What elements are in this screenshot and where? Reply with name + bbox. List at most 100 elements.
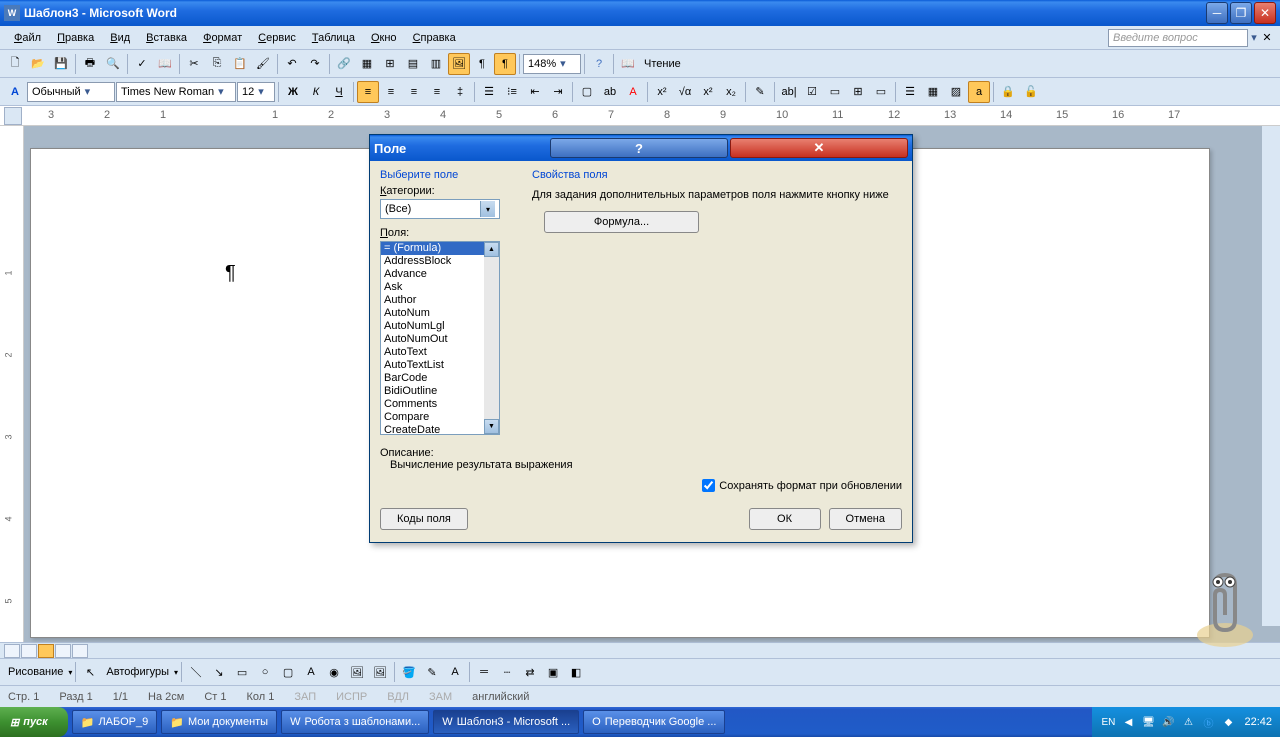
preview-icon[interactable]: 🔍	[102, 53, 124, 75]
field-item[interactable]: Author	[381, 294, 486, 307]
wordart-icon[interactable]: A	[300, 661, 322, 683]
listbox-scrollbar[interactable]: ▲ ▼	[484, 242, 499, 434]
start-button[interactable]: ⊞ пуск	[0, 707, 68, 737]
ok-button[interactable]: ОК	[749, 508, 821, 530]
preserve-checkbox[interactable]	[702, 479, 715, 492]
taskbar-item[interactable]: WРобота з шаблонами...	[281, 710, 429, 734]
help-icon[interactable]: ?	[588, 53, 610, 75]
align-right-icon[interactable]: ≡	[403, 81, 425, 103]
preserve-checkbox-label[interactable]: Сохранять формат при обновлении	[702, 479, 902, 492]
close-button[interactable]: ✕	[1254, 2, 1276, 24]
office-assistant[interactable]	[1190, 570, 1260, 650]
menu-file[interactable]: Файл	[6, 30, 49, 46]
categories-combo[interactable]: (Все)▾	[380, 199, 500, 219]
grid-icon[interactable]: ⊞	[847, 81, 869, 103]
field-item[interactable]: AutoTextList	[381, 359, 486, 372]
hyperlink-icon[interactable]: 🔗	[333, 53, 355, 75]
styles-icon[interactable]: A	[4, 81, 26, 103]
taskbar-item[interactable]: 📁ЛАБОР_9	[72, 710, 157, 734]
menu-table[interactable]: Таблица	[304, 30, 363, 46]
textbox-icon[interactable]: ▢	[277, 661, 299, 683]
status-ext[interactable]: ВДЛ	[387, 691, 409, 703]
scroll-down-icon[interactable]: ▼	[484, 419, 499, 434]
open-icon[interactable]: 📂	[27, 53, 49, 75]
taskbar-item[interactable]: OПереводчик Google ...	[583, 710, 725, 734]
numbering-icon[interactable]: ☰	[478, 81, 500, 103]
textcolor-icon[interactable]: A	[444, 661, 466, 683]
taskbar-item[interactable]: 📁Мои документы	[161, 710, 277, 734]
taskbar-item[interactable]: WШаблон3 - Microsoft ...	[433, 710, 579, 734]
help-dropdown[interactable]: ▾	[1248, 31, 1260, 44]
web-view-icon[interactable]	[21, 644, 37, 658]
tray-icon-4[interactable]: ⚠	[1180, 714, 1196, 730]
tables-borders-icon[interactable]: ▦	[356, 53, 378, 75]
dropdown-icon[interactable]: ▭	[824, 81, 846, 103]
linecolor-icon[interactable]: ✎	[421, 661, 443, 683]
horizontal-ruler[interactable]: 3211234567891011121314151617	[0, 106, 1280, 126]
draw-menu[interactable]: Рисование	[4, 666, 67, 678]
autoshapes-menu[interactable]: Автофигуры	[102, 666, 173, 678]
shadow-icon[interactable]: ▣	[542, 661, 564, 683]
align-center-icon[interactable]: ≡	[380, 81, 402, 103]
sup-icon[interactable]: x²	[697, 81, 719, 103]
reading-view-icon[interactable]	[72, 644, 88, 658]
print-view-icon[interactable]	[38, 644, 54, 658]
size-combo[interactable]: 12▾	[237, 82, 275, 102]
oval-icon[interactable]: ○	[254, 661, 276, 683]
normal-view-icon[interactable]	[4, 644, 20, 658]
indent-dec-icon[interactable]: ⇤	[524, 81, 546, 103]
dash-icon[interactable]: ┄	[496, 661, 518, 683]
field-item[interactable]: BarCode	[381, 372, 486, 385]
vertical-scrollbar[interactable]	[1262, 126, 1280, 626]
italic-icon[interactable]: К	[305, 81, 327, 103]
field-codes-button[interactable]: Коды поля	[380, 508, 468, 530]
new-icon[interactable]: 🗋	[4, 53, 26, 75]
clipart-icon[interactable]: 🖼	[346, 661, 368, 683]
menu-window[interactable]: Окно	[363, 30, 405, 46]
print-icon[interactable]: 🖶	[79, 53, 101, 75]
linespacing-icon[interactable]: ‡	[449, 81, 471, 103]
bold-icon[interactable]: Ж	[282, 81, 304, 103]
dialog-close-button[interactable]: ✕	[730, 138, 908, 158]
tray-icon-5[interactable]: ⓑ	[1200, 714, 1216, 730]
close-doc-button[interactable]: ✕	[1260, 31, 1274, 44]
tray-clock[interactable]: 22:42	[1244, 716, 1272, 728]
field-item[interactable]: Ask	[381, 281, 486, 294]
maximize-button[interactable]: ❐	[1230, 2, 1252, 24]
dialog-titlebar[interactable]: Поле ? ✕	[370, 135, 912, 161]
field-item[interactable]: AddressBlock	[381, 255, 486, 268]
picture-icon[interactable]: 🖼	[369, 661, 391, 683]
save-icon[interactable]: 💾	[50, 53, 72, 75]
formula-button[interactable]: Формула...	[544, 211, 699, 233]
lock-icon[interactable]: 🔒	[997, 81, 1019, 103]
align-justify-icon[interactable]: ≡	[426, 81, 448, 103]
outline-view-icon[interactable]	[55, 644, 71, 658]
rect-icon[interactable]: ▭	[231, 661, 253, 683]
insert-table-icon[interactable]: ⊞	[379, 53, 401, 75]
redo-icon[interactable]: ↷	[304, 53, 326, 75]
field-item[interactable]: = (Formula)	[381, 242, 486, 255]
field-item[interactable]: CreateDate	[381, 424, 486, 435]
fontcolor-icon[interactable]: A	[622, 81, 644, 103]
fill-icon[interactable]: 🪣	[398, 661, 420, 683]
lineweight-icon[interactable]: ═	[473, 661, 495, 683]
field-item[interactable]: AutoNumOut	[381, 333, 486, 346]
diagram-icon[interactable]: ◉	[323, 661, 345, 683]
help-question-box[interactable]: Введите вопрос	[1108, 29, 1248, 47]
border-icon[interactable]: ▢	[576, 81, 598, 103]
lang-indicator[interactable]: EN	[1100, 714, 1116, 730]
status-rec[interactable]: ЗАП	[294, 691, 316, 703]
paste-icon[interactable]: 📋	[229, 53, 251, 75]
cancel-button[interactable]: Отмена	[829, 508, 902, 530]
formfield-icon[interactable]: ▭	[870, 81, 892, 103]
shade-icon[interactable]: ▨	[945, 81, 967, 103]
zoom-combo[interactable]: 148%▾	[523, 54, 581, 74]
3d-icon[interactable]: ◧	[565, 661, 587, 683]
underline-icon[interactable]: Ч	[328, 81, 350, 103]
select-icon[interactable]: ↖	[79, 661, 101, 683]
protect-icon[interactable]: 🔓	[1020, 81, 1042, 103]
scroll-up-icon[interactable]: ▲	[484, 242, 499, 257]
highlight-icon[interactable]: ab	[599, 81, 621, 103]
align-left-icon[interactable]: ≡	[357, 81, 379, 103]
tray-icon-3[interactable]: 🔊	[1160, 714, 1176, 730]
